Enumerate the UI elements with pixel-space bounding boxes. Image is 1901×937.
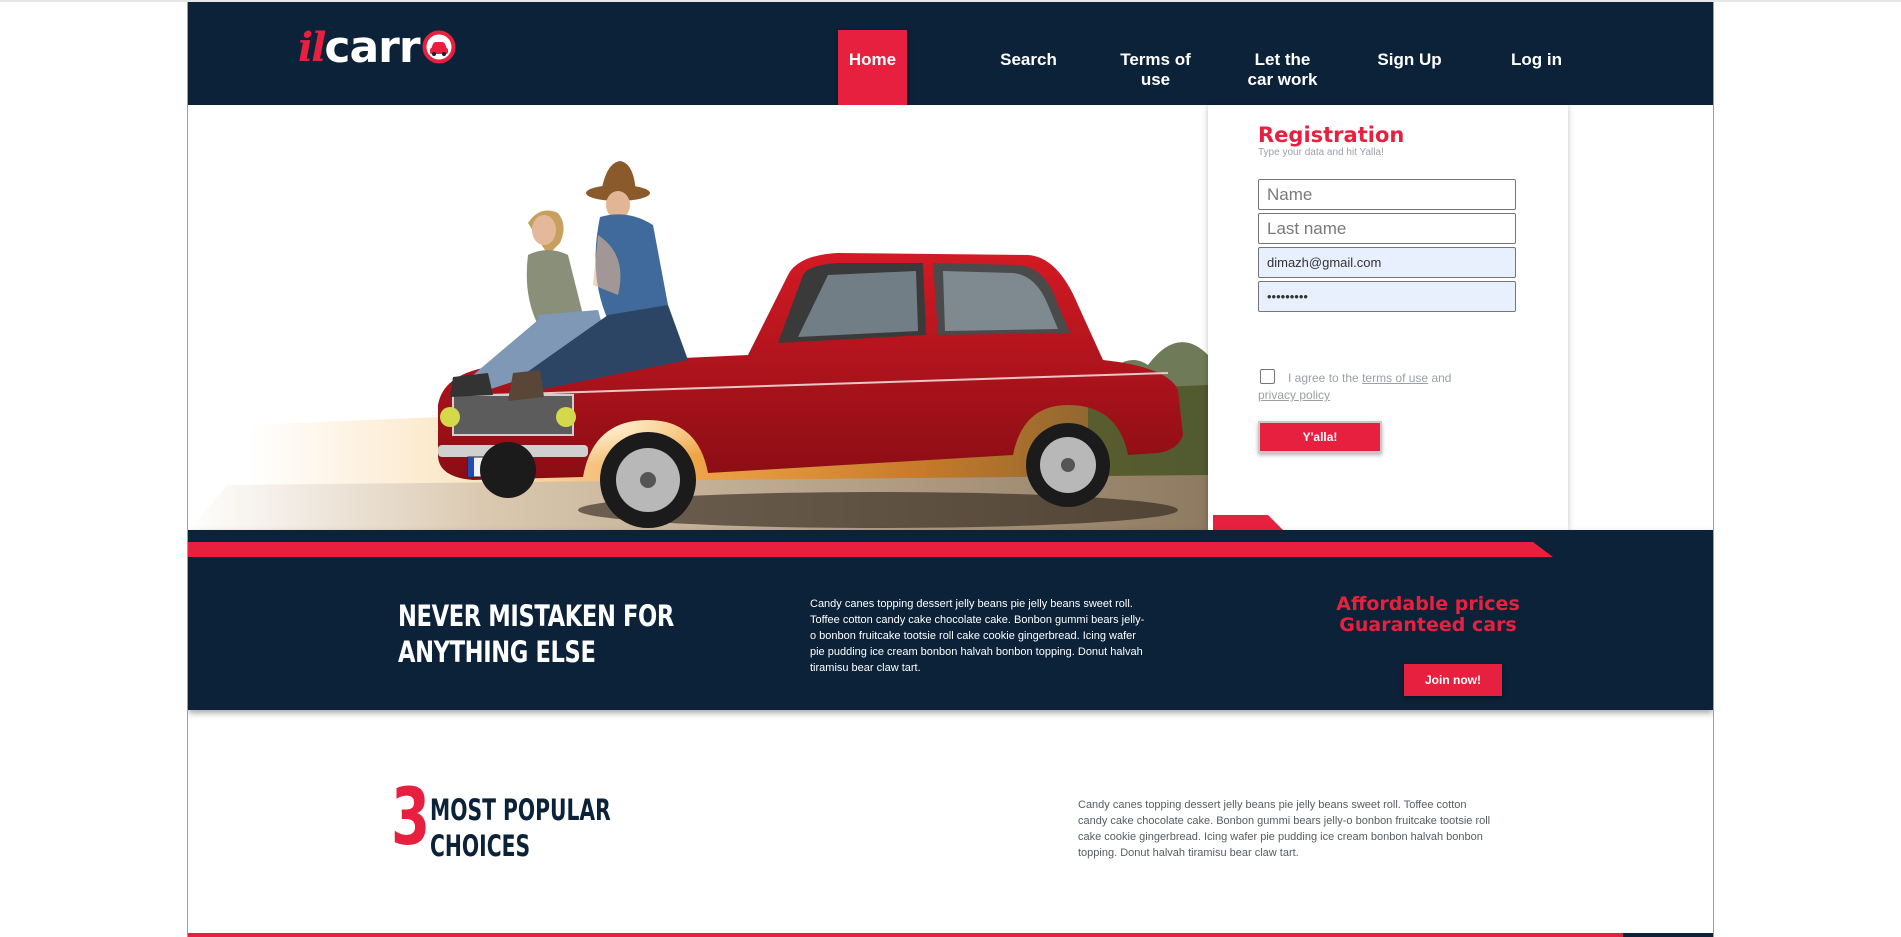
- hero-image: [188, 105, 1208, 530]
- privacy-policy-link[interactable]: privacy policy: [1258, 388, 1330, 402]
- yalla-submit-button[interactable]: Y'alla!: [1258, 421, 1382, 453]
- popular-heading: MOST POPULAR CHOICES: [430, 792, 611, 864]
- name-input[interactable]: [1258, 179, 1516, 210]
- ilcarro-logo[interactable]: il carr: [298, 21, 456, 73]
- nav-sign-up-label: Sign Up: [1377, 50, 1442, 69]
- logo-carr-text: carr: [324, 21, 420, 73]
- site-header: il carr Home Search Terms of use Let the…: [188, 2, 1713, 125]
- couple-on-red-car-illustration: [188, 105, 1208, 530]
- nav-terms-label: Terms of use: [1120, 50, 1191, 89]
- page-frame: il carr Home Search Terms of use Let the…: [187, 2, 1714, 937]
- band-heading: NEVER MISTAKEN FOR ANYTHING ELSE: [398, 598, 674, 670]
- terms-of-use-link[interactable]: terms of use: [1362, 371, 1428, 385]
- band-heading-line1: NEVER MISTAKEN FOR: [398, 599, 674, 633]
- bottom-stripe-decoration: [188, 933, 1713, 937]
- password-input[interactable]: [1258, 281, 1516, 312]
- nav-home-label: Home: [848, 50, 897, 69]
- nav-search-label: Search: [1000, 50, 1057, 69]
- popular-paragraph: Candy canes topping dessert jelly beans …: [1078, 799, 1491, 859]
- join-now-button[interactable]: Join now!: [1404, 664, 1502, 696]
- nav-let-car-work-label: Let the car work: [1247, 50, 1318, 89]
- band-tagline: Affordable prices Guaranteed cars: [1328, 594, 1528, 636]
- nav-log-in-label: Log in: [1511, 50, 1562, 69]
- last-name-input[interactable]: [1258, 213, 1516, 244]
- agree-and: and: [1431, 371, 1452, 385]
- registration-panel: Registration Type your data and hit Yall…: [1208, 105, 1568, 530]
- red-stripe-decoration: [188, 542, 1553, 557]
- registration-subtitle: Type your data and hit Yalla!: [1258, 147, 1384, 158]
- band-heading-line2: ANYTHING ELSE: [398, 635, 596, 669]
- agree-text: I agree to the terms of use and privacy …: [1258, 370, 1478, 404]
- popular-heading-line1: MOST POPULAR: [430, 793, 611, 827]
- agree-prefix: I agree to the: [1288, 371, 1359, 385]
- logo-car-icon: [422, 30, 456, 64]
- popular-heading-line2: CHOICES: [430, 829, 531, 863]
- email-input[interactable]: [1258, 247, 1516, 278]
- registration-title: Registration: [1258, 123, 1405, 147]
- promo-band: NEVER MISTAKEN FOR ANYTHING ELSE Candy c…: [188, 530, 1713, 710]
- affordable-prices-text: Affordable prices: [1336, 593, 1520, 615]
- logo-il-text: il: [298, 23, 326, 71]
- band-paragraph: Candy canes topping dessert jelly beans …: [810, 598, 1145, 674]
- red-corner-decoration: [1213, 515, 1283, 530]
- popular-number: 3: [391, 773, 431, 863]
- guaranteed-cars-text: Guaranteed cars: [1339, 614, 1517, 636]
